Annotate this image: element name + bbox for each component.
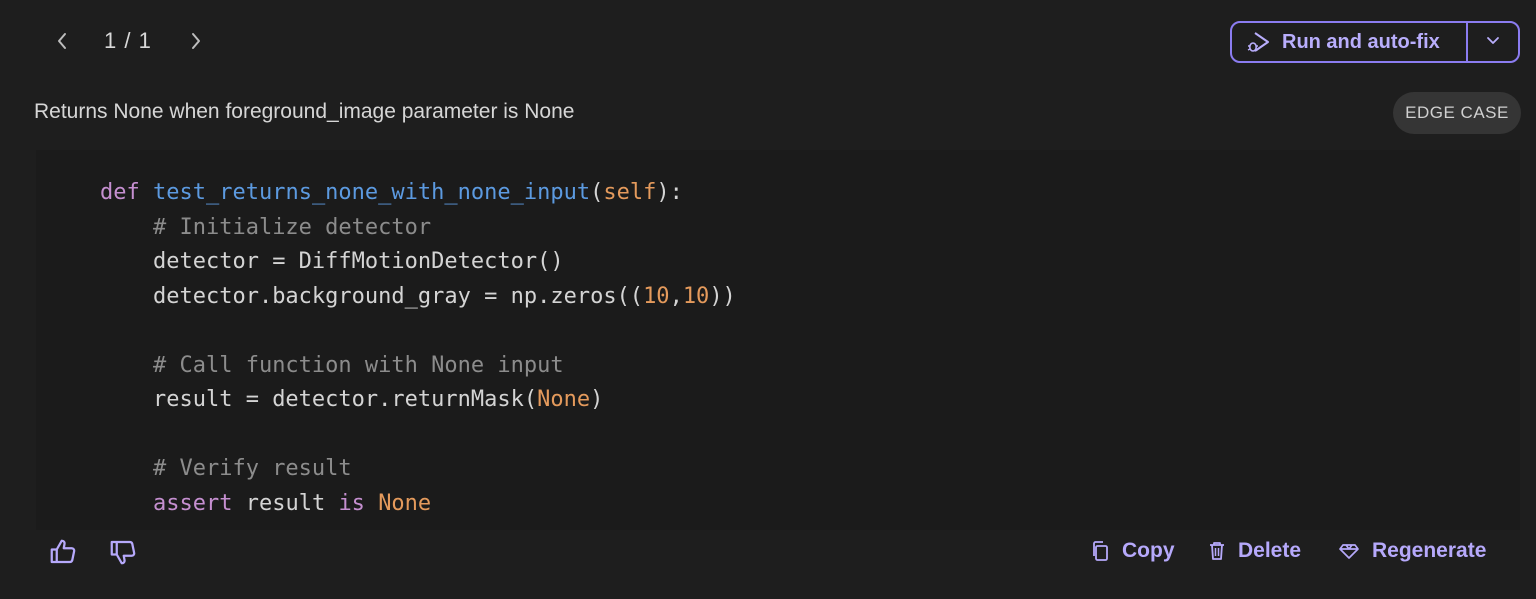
- code-constant: None: [378, 490, 432, 516]
- chevron-right-icon[interactable]: [178, 23, 214, 59]
- code-line: detector = DiffMotionDetector(): [152, 249, 564, 274]
- code-token: result = detector.returnMask(: [152, 387, 538, 412]
- code-token: self: [603, 180, 657, 205]
- delete-label: Delete: [1238, 539, 1302, 562]
- code-token: ,: [669, 283, 683, 309]
- code-function-name: test_returns_none_with_none_input: [153, 180, 591, 205]
- thumbs-up-icon[interactable]: [47, 536, 79, 568]
- chevron-down-icon: [1485, 33, 1501, 51]
- code-comment: # Call function with None input: [152, 352, 564, 378]
- test-description: Returns None when foreground_image param…: [34, 100, 575, 123]
- code-comment: # Initialize detector: [152, 214, 432, 240]
- copy-icon: [1090, 540, 1110, 562]
- code-keyword: is: [338, 490, 365, 516]
- chevron-left-icon[interactable]: [44, 23, 80, 59]
- code-number: 10: [682, 283, 710, 309]
- regenerate-button[interactable]: Regenerate: [1338, 534, 1486, 568]
- copy-button[interactable]: Copy: [1090, 534, 1175, 568]
- code-token: )): [709, 283, 736, 309]
- trash-icon: [1208, 540, 1226, 562]
- run-button-label: Run and auto-fix: [1282, 30, 1440, 53]
- run-button-group: Run and auto-fix: [1230, 21, 1520, 63]
- regenerate-label: Regenerate: [1372, 539, 1487, 562]
- code-comment: # Verify result: [152, 456, 352, 481]
- code-token: ):: [656, 180, 683, 205]
- code-panel: def test_returns_none_with_none_input(se…: [36, 150, 1520, 530]
- run-options-dropdown[interactable]: [1468, 23, 1518, 61]
- gem-icon: [1338, 541, 1360, 561]
- code-constant: None: [537, 387, 591, 412]
- delete-button[interactable]: Delete: [1208, 534, 1301, 568]
- edge-case-badge: EDGE CASE: [1393, 92, 1521, 134]
- code-token: def: [100, 180, 140, 205]
- run-and-auto-fix-button[interactable]: Run and auto-fix: [1232, 23, 1466, 61]
- thumbs-down-icon[interactable]: [107, 536, 139, 568]
- footer-bar: Copy Delete Regenerate: [0, 528, 1536, 574]
- top-bar: 1 / 1 Run and auto-fix: [0, 0, 1536, 84]
- code-token: (: [590, 180, 604, 205]
- pager-count: 1 / 1: [104, 28, 152, 53]
- code-number: 10: [643, 283, 670, 309]
- run-debug-icon: [1246, 29, 1272, 55]
- pager: 1 / 1: [44, 20, 214, 62]
- copy-label: Copy: [1122, 539, 1175, 562]
- code-token: result: [232, 490, 339, 516]
- code-token: detector.background_gray = np.zeros((: [152, 283, 644, 309]
- code-token: ): [590, 387, 604, 412]
- code-keyword: assert: [152, 490, 233, 516]
- code-block: def test_returns_none_with_none_input(se…: [100, 176, 736, 521]
